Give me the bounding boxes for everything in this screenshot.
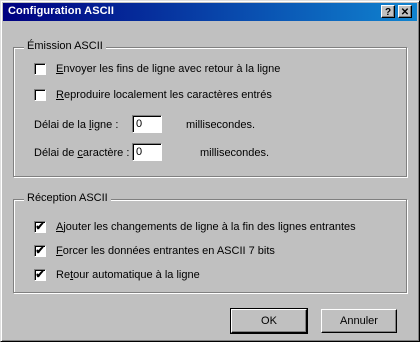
send-line-ends-label: Envoyer les fins de ligne avec retour à … — [56, 63, 281, 75]
option-add-linefeeds[interactable]: ✔ Ajouter les changements de ligne à la … — [34, 220, 400, 236]
word-wrap-checkbox[interactable]: ✔ — [34, 269, 46, 281]
local-echo-label: Reproduire localement les caractères ent… — [56, 89, 272, 101]
char-delay-unit: millisecondes. — [200, 147, 270, 159]
checkmark-icon: ✔ — [35, 269, 45, 281]
word-wrap-label: Retour automatique à la ligne — [56, 269, 200, 281]
send-line-ends-checkbox[interactable] — [34, 63, 46, 75]
add-linefeeds-label: Ajouter les changements de ligne à la fi… — [56, 221, 356, 233]
add-linefeeds-checkbox[interactable]: ✔ — [34, 221, 46, 233]
checkmark-icon: ✔ — [35, 245, 45, 257]
force-7bit-checkbox[interactable]: ✔ — [34, 245, 46, 257]
char-delay-input[interactable] — [132, 143, 162, 161]
ok-button[interactable]: OK — [230, 308, 308, 334]
dialog-window: Configuration ASCII ? ✕ Émission ASCII E… — [0, 0, 420, 342]
close-button[interactable]: ✕ — [398, 5, 412, 18]
checkmark-icon: ✔ — [35, 221, 45, 233]
emission-legend: Émission ASCII — [24, 40, 106, 52]
reception-group: Réception ASCII ✔ Ajouter les changement… — [13, 192, 407, 293]
help-button[interactable]: ? — [381, 5, 395, 18]
option-word-wrap[interactable]: ✔ Retour automatique à la ligne — [34, 268, 400, 284]
line-delay-label: Délai de la ligne : — [34, 119, 119, 131]
window-title: Configuration ASCII — [8, 5, 114, 17]
emission-group: Émission ASCII Envoyer les fins de ligne… — [13, 40, 407, 177]
option-local-echo[interactable]: Reproduire localement les caractères ent… — [34, 88, 394, 104]
title-bar[interactable]: Configuration ASCII ? ✕ — [3, 3, 417, 21]
line-delay-input[interactable] — [132, 115, 162, 133]
cancel-button[interactable]: Annuler — [321, 309, 397, 333]
char-delay-label: Délai de caractère : — [34, 147, 130, 159]
reception-legend: Réception ASCII — [24, 192, 111, 204]
local-echo-checkbox[interactable] — [34, 89, 46, 101]
close-icon: ✕ — [400, 7, 410, 18]
option-force-7bit[interactable]: ✔ Forcer les données entrantes en ASCII … — [34, 244, 400, 260]
option-send-line-ends[interactable]: Envoyer les fins de ligne avec retour à … — [34, 62, 394, 78]
force-7bit-label: Forcer les données entrantes en ASCII 7 … — [56, 245, 275, 257]
line-delay-unit: millisecondes. — [186, 119, 256, 131]
question-mark-icon: ? — [384, 7, 392, 18]
